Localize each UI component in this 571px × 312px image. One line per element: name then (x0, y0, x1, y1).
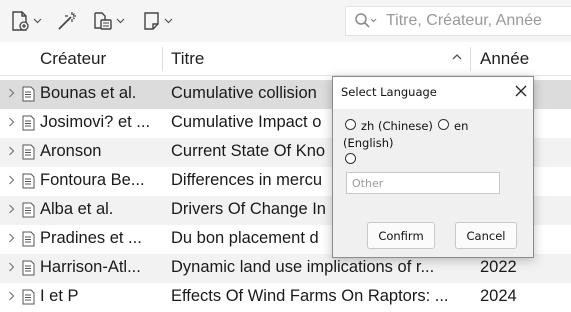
title-cell: Dynamic land use implications of r... (171, 258, 435, 276)
new-item-button[interactable] (9, 8, 42, 34)
creator-cell: Josimovi? et ... (40, 113, 151, 131)
select-language-dialog: Select Language zh (Chinese) en (English… (332, 76, 534, 258)
creator-cell: Harrison-Atl... (40, 258, 141, 276)
chevron-right-icon[interactable] (8, 116, 15, 128)
search-icon[interactable] (354, 12, 378, 30)
search-input[interactable] (384, 11, 568, 31)
creator-cell: Pradines et ... (40, 229, 142, 247)
document-icon (22, 115, 35, 131)
magic-wand-icon (58, 12, 76, 30)
column-year[interactable]: Année (480, 42, 529, 75)
dialog-body: zh (Chinese) en (English) Confirm Cancel (333, 109, 533, 257)
dialog-title: Select Language (341, 85, 437, 99)
document-icon (22, 173, 35, 189)
chevron-right-icon[interactable] (8, 174, 15, 186)
document-icon (22, 260, 35, 276)
new-note-button[interactable] (142, 8, 173, 34)
close-icon[interactable] (513, 83, 529, 99)
creator-cell: Fontoura Be... (40, 171, 145, 189)
document-icon (22, 231, 35, 247)
column-header: Créateur Titre Année (0, 42, 571, 76)
year-cell: 2024 (480, 287, 517, 305)
option-zh-label[interactable]: zh (Chinese) (361, 119, 433, 133)
creator-cell: Bounas et al. (40, 84, 137, 102)
confirm-button[interactable]: Confirm (367, 222, 435, 249)
add-attachment-button[interactable] (92, 8, 125, 34)
chevron-right-icon[interactable] (8, 203, 15, 215)
table-row[interactable]: Harrison-Atl... Dynamic land use implica… (0, 254, 571, 283)
chevron-right-icon[interactable] (8, 261, 15, 273)
table-row[interactable]: I et P Effects Of Wind Farms On Raptors:… (0, 283, 571, 312)
column-separator[interactable] (162, 47, 163, 71)
creator-cell: Alba et al. (40, 200, 114, 218)
other-language-input[interactable] (346, 172, 500, 194)
cancel-button[interactable]: Cancel (455, 222, 517, 249)
chevron-down-icon (116, 18, 125, 24)
radio-zh[interactable] (345, 119, 356, 130)
column-title[interactable]: Titre (171, 42, 204, 75)
column-creator[interactable]: Créateur (40, 42, 106, 75)
magic-wand-button[interactable] (56, 8, 78, 34)
document-icon (22, 289, 35, 305)
chevron-down-icon (164, 18, 173, 24)
document-icon (22, 86, 35, 102)
option-en-label[interactable]: en (454, 119, 468, 133)
radio-other[interactable] (345, 153, 356, 164)
chevron-right-icon[interactable] (8, 145, 15, 157)
option-en-label-continued[interactable]: (English) (343, 136, 394, 150)
title-cell: Effects Of Wind Farms On Raptors: ... (171, 287, 449, 305)
year-cell: 2022 (480, 258, 517, 276)
creator-cell: I et P (40, 287, 79, 305)
chevron-right-icon[interactable] (8, 87, 15, 99)
add-attachment-icon (94, 12, 112, 30)
document-icon (22, 144, 35, 160)
chevron-right-icon[interactable] (8, 290, 15, 302)
document-icon (22, 202, 35, 218)
toolbar (0, 0, 571, 42)
radio-en[interactable] (438, 119, 449, 130)
note-icon (144, 12, 159, 30)
creator-cell: Aronson (40, 142, 102, 160)
column-separator[interactable] (470, 47, 471, 71)
chevron-right-icon[interactable] (8, 232, 15, 244)
search-box[interactable] (345, 6, 571, 36)
new-item-icon (12, 11, 29, 31)
chevron-down-icon (33, 18, 42, 24)
sort-ascending-icon (452, 54, 462, 60)
